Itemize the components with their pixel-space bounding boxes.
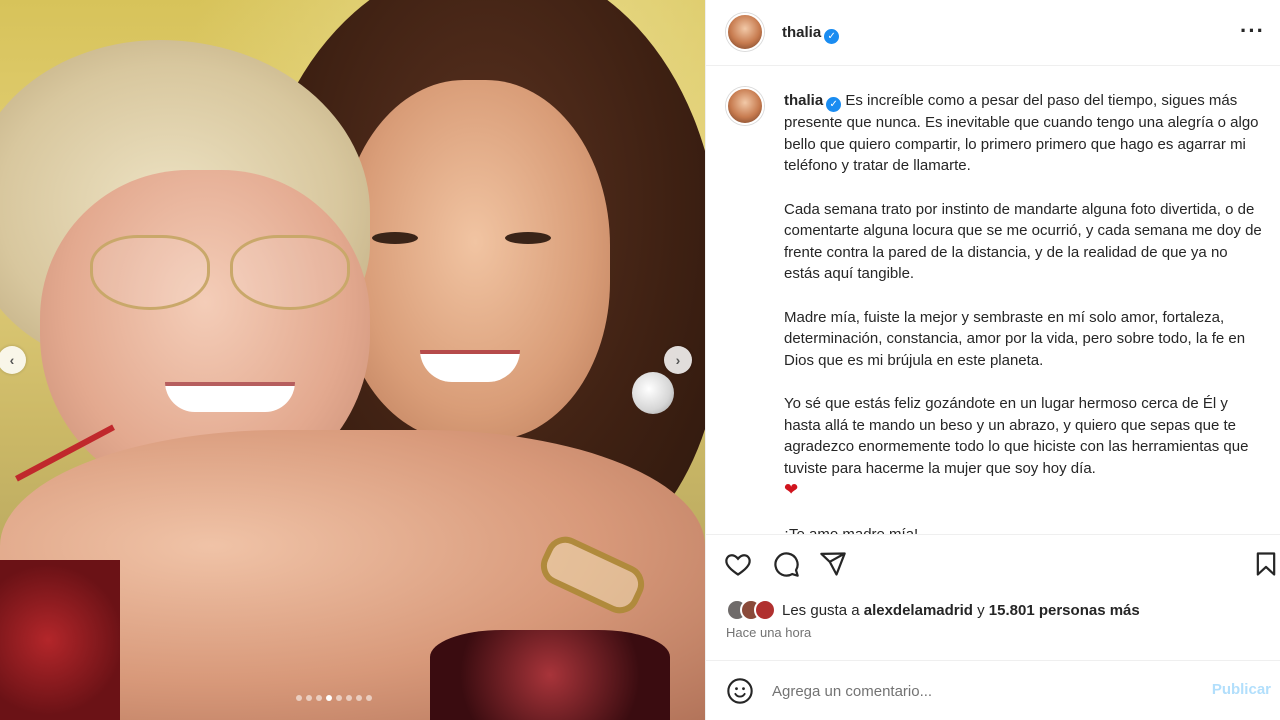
photo-ring <box>632 372 674 414</box>
carousel-dot <box>366 695 372 701</box>
likes-count-link[interactable]: 15.801 personas más <box>989 602 1140 619</box>
caption-paragraph: Madre mía, fuiste la mejor y sembraste e… <box>784 308 1246 369</box>
photo-shirt-right <box>430 630 670 720</box>
chevron-right-icon: › <box>675 352 681 368</box>
caption-username[interactable]: thalia ✓ <box>784 92 842 113</box>
caption-paragraph-text: Yo sé que estás feliz gozándote en un lu… <box>784 395 1249 477</box>
caption-text: thalia ✓ Es increíble como a pesar del pa… <box>784 90 1264 535</box>
photo-shirt-left <box>0 560 120 720</box>
chevron-left-icon: ‹ <box>9 352 15 368</box>
avatar[interactable] <box>726 13 764 51</box>
caption-paragraph: Cada semana trato por instinto de mandar… <box>784 200 1262 283</box>
photo-eye <box>505 232 551 244</box>
post-actions <box>706 545 1280 585</box>
caption-paragraph-text: Es increíble como a pesar del paso del t… <box>784 92 1259 175</box>
like-button[interactable] <box>724 550 754 580</box>
carousel-dot <box>346 695 352 701</box>
caption-section: thalia ✓ Es increíble como a pesar del pa… <box>706 67 1280 535</box>
comment-input[interactable] <box>772 679 1192 703</box>
username-text[interactable]: thalia <box>782 24 821 41</box>
more-options-icon[interactable]: ··· <box>1240 18 1265 44</box>
carousel-next-button[interactable]: › <box>664 346 692 374</box>
bookmark-icon <box>1256 552 1276 576</box>
likes-summary: Les gusta a alexdelamadrid y 15.801 pers… <box>726 598 1140 622</box>
caption-paragraph: thalia ✓ Es increíble como a pesar del pa… <box>784 90 1264 177</box>
liker-avatar <box>754 599 776 621</box>
post-detail-panel: thalia ✓ ··· thalia ✓ Es increíble como a … <box>705 0 1280 720</box>
verified-badge-icon: ✓ <box>824 29 840 44</box>
likes-prefix: Les gusta a <box>782 601 860 619</box>
heart-icon <box>725 554 751 576</box>
comment-icon <box>774 552 799 577</box>
header-username[interactable]: thalia ✓ <box>782 24 840 44</box>
caption-paragraph: Yo sé que estás feliz gozándote en un lu… <box>784 393 1264 502</box>
carousel-dot <box>326 695 332 701</box>
post-header: thalia ✓ ··· <box>706 0 1280 66</box>
username-text[interactable]: thalia <box>784 92 823 109</box>
emoji-icon <box>727 678 753 704</box>
photo-glasses <box>90 235 350 315</box>
avatar[interactable] <box>726 87 764 125</box>
publish-button[interactable]: Publicar <box>1212 681 1271 698</box>
photo-eye <box>372 232 418 244</box>
carousel-indicator <box>296 695 372 701</box>
photo-face-right <box>340 80 610 440</box>
emoji-button[interactable] <box>726 677 754 705</box>
carousel-dot <box>316 695 322 701</box>
likes-text: Les gusta a alexdelamadrid y 15.801 pers… <box>782 602 1140 619</box>
post-timestamp[interactable]: Hace una hora <box>726 625 811 640</box>
share-button[interactable] <box>819 550 849 580</box>
likes-conjunction: y <box>977 601 985 619</box>
caption-paragraph: ¡Te amo madre mía! <box>784 525 919 535</box>
carousel-dot <box>356 695 362 701</box>
heart-emoji: ❤ <box>784 480 799 500</box>
liker-username-link[interactable]: alexdelamadrid <box>864 602 973 619</box>
photo-smile-left <box>165 382 295 412</box>
comment-button[interactable] <box>772 550 802 580</box>
carousel-dot <box>306 695 312 701</box>
carousel-dot <box>296 695 302 701</box>
send-icon <box>820 552 846 576</box>
comment-bar: Publicar <box>706 660 1280 720</box>
save-button[interactable] <box>1252 550 1280 580</box>
carousel-dot <box>336 695 342 701</box>
post-media[interactable]: ‹ › <box>0 0 705 720</box>
verified-badge-icon: ✓ <box>826 97 842 113</box>
